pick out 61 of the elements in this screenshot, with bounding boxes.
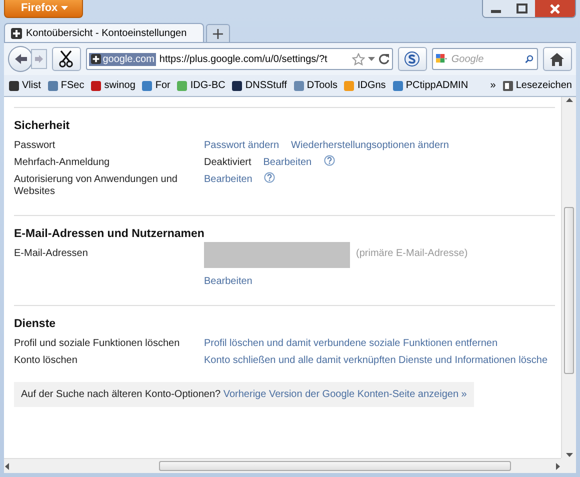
url-text: https://plus.google.com/u/0/settings/?t — [159, 54, 328, 64]
search-field[interactable]: Google — [432, 48, 538, 70]
forward-arrow-icon — [34, 54, 44, 64]
section-heading: Sicherheit — [14, 120, 71, 132]
setting-label: Konto löschen — [14, 355, 78, 367]
settings-link[interactable]: Profil löschen und damit verbundene soziale Funktionen entfernen — [204, 338, 498, 350]
close-icon[interactable] — [535, 0, 575, 17]
footer-note: Auf der Suche nach älteren Konto-Optionen? Vorherige Version der Google Konten-Seite anzeigen » — [14, 382, 474, 407]
help-icon[interactable] — [324, 155, 335, 166]
status-text: Deaktiviert — [204, 157, 252, 169]
bookmarks-overflow-button[interactable]: » — [490, 80, 496, 91]
setting-label: Autorisierung von Anwendungen und Websites — [14, 174, 178, 198]
setting-label: E-Mail-Adressen — [14, 248, 89, 261]
new-tab-button[interactable]: + — [206, 24, 230, 42]
reload-icon[interactable] — [378, 53, 390, 65]
back-arrow-icon — [14, 53, 28, 65]
previous-version-link[interactable]: Vorherige Version der Google Konten-Seite anzeigen » — [223, 389, 467, 400]
bookmark-link[interactable]: For — [141, 80, 170, 92]
maximize-icon[interactable] — [509, 0, 535, 17]
settings-link[interactable]: Wiederherstellungsoptionen ändern — [291, 140, 449, 152]
scissors-icon — [59, 50, 74, 68]
bookmarks-menu-button[interactable]: Lesezeichen — [502, 80, 572, 92]
home-icon — [550, 52, 564, 66]
plus-icon — [90, 54, 101, 64]
hint-text: (primäre E-Mail-Adresse) — [356, 248, 468, 260]
bookmark-link[interactable]: IDGns — [343, 80, 386, 92]
minimize-icon[interactable] — [483, 0, 509, 17]
settings-link[interactable]: Bearbeiten — [263, 157, 312, 169]
settings-link[interactable]: Passwort ändern — [204, 140, 280, 152]
vertical-scrollbar[interactable] — [561, 97, 576, 458]
bookmark-link[interactable]: Vlist — [8, 80, 41, 92]
help-icon[interactable] — [264, 172, 276, 183]
back-button[interactable] — [8, 46, 34, 72]
dropdown-icon[interactable] — [368, 56, 375, 62]
address-bar[interactable]: google.com https://plus.google.com/u/0/settings/?t — [86, 48, 393, 70]
browser-tab[interactable]: Kontoübersicht - Kontoeinstellungen — [4, 23, 204, 42]
settings-link[interactable]: Konto schließen und alle damit verknüpften Dienste und Informationen lösche — [204, 355, 548, 367]
section-heading: E-Mail-Adressen und Nutzernamen — [14, 228, 206, 240]
bookmark-link[interactable]: PCtippADMIN — [392, 80, 468, 92]
star-icon[interactable] — [352, 52, 365, 66]
plus-icon — [11, 28, 22, 38]
horizontal-scrollbar[interactable] — [4, 458, 561, 473]
setting-label: Profil und soziale Funktionen löschen — [14, 338, 181, 350]
settings-link[interactable]: Bearbeiten — [204, 174, 252, 186]
bookmark-link[interactable]: FSec — [46, 80, 84, 92]
bookmark-link[interactable]: DNSStuff — [231, 80, 287, 92]
bookmark-folder-icon — [502, 80, 514, 92]
scissors-button[interactable] — [52, 47, 81, 71]
bookmark-link[interactable]: DTools — [292, 80, 338, 92]
bookmark-link[interactable]: swinog — [90, 80, 136, 92]
s-logo-icon — [404, 51, 420, 67]
settings-link[interactable]: Bearbeiten — [204, 276, 252, 288]
caret-icon — [60, 6, 68, 11]
home-button[interactable] — [542, 47, 572, 71]
scroll-left-icon[interactable] — [4, 462, 9, 470]
section-heading: Dienste — [14, 318, 57, 330]
setting-label: Mehrfach-Anmeldung — [14, 157, 111, 169]
setting-label: Passwort — [14, 140, 56, 152]
bookmark-link[interactable]: IDG-BC — [176, 80, 226, 92]
search-icon[interactable] — [525, 53, 534, 65]
site-identity-badge[interactable]: google.com — [88, 52, 156, 66]
